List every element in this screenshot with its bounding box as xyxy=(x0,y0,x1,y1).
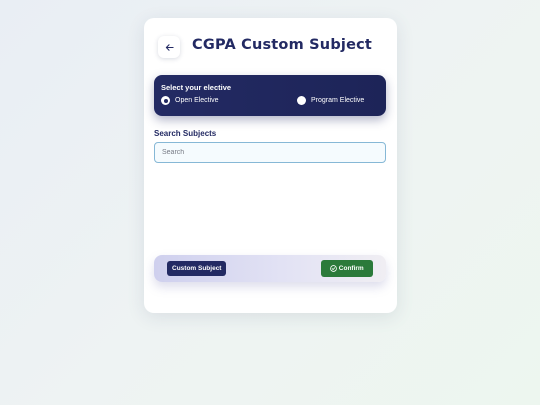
confirm-button[interactable]: Confirm xyxy=(321,260,373,277)
check-circle-icon xyxy=(330,265,338,272)
radio-program-elective[interactable]: Program Elective xyxy=(297,95,364,106)
elective-selector: Select your elective Open Elective Progr… xyxy=(154,75,386,116)
elective-heading: Select your elective xyxy=(161,83,232,92)
search-subjects-label: Search Subjects xyxy=(154,129,217,138)
action-bar: Custom Subject Confirm xyxy=(154,255,386,282)
radio-program-elective-label: Program Elective xyxy=(311,97,365,104)
arrow-left-icon xyxy=(165,43,174,51)
search-input[interactable] xyxy=(154,142,386,163)
confirm-button-label: Confirm xyxy=(338,265,364,272)
cgpa-custom-subject-card: CGPA Custom Subject Select your elective… xyxy=(144,18,397,313)
page-title: CGPA Custom Subject xyxy=(192,37,373,53)
back-button[interactable] xyxy=(158,36,180,58)
card-header: CGPA Custom Subject xyxy=(144,18,397,74)
radio-open-elective[interactable]: Open Elective xyxy=(161,95,219,106)
radio-unchecked-icon[interactable] xyxy=(297,96,306,105)
radio-checked-icon[interactable] xyxy=(161,96,170,105)
radio-open-elective-label: Open Elective xyxy=(175,97,219,104)
custom-subject-button[interactable]: Custom Subject xyxy=(167,261,227,276)
